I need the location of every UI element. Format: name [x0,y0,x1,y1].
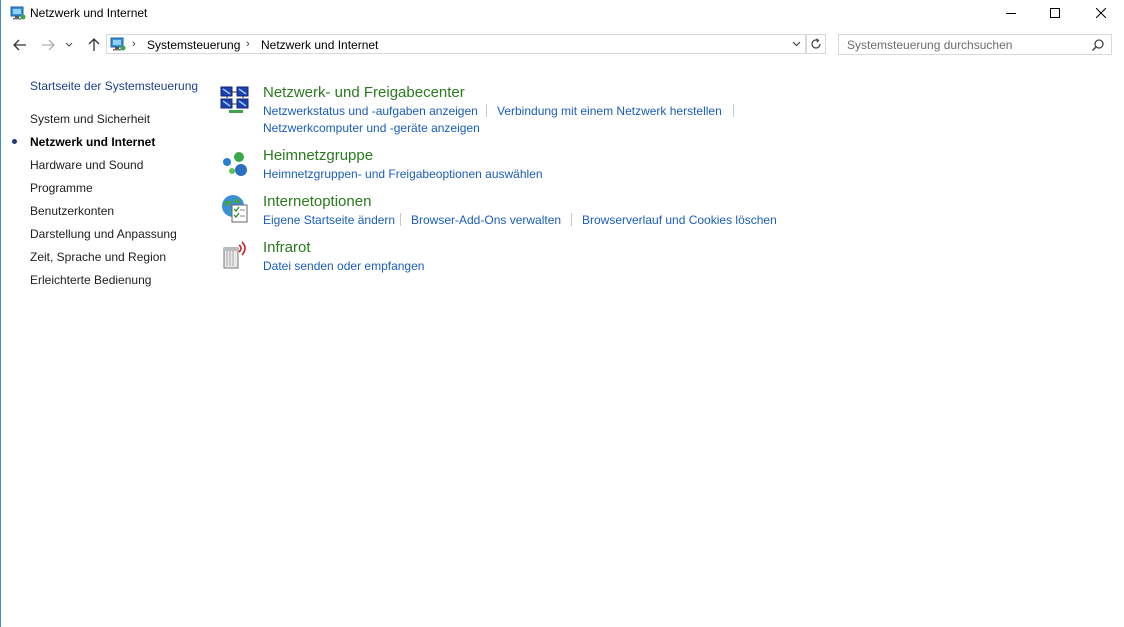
close-button[interactable] [1078,0,1124,26]
sidebar-item-programs[interactable]: Programme [30,181,93,195]
control-panel-icon [110,36,126,52]
sidebar-item-system-security[interactable]: System und Sicherheit [30,112,150,126]
chevron-down-icon [65,42,73,47]
search-icon[interactable] [1091,38,1105,52]
sidebar-item-appearance[interactable]: Darstellung und Anpassung [30,227,177,241]
breadcrumb-chevron-icon[interactable]: › [132,38,136,50]
sidebar-item-user-accounts[interactable]: Benutzerkonten [30,204,114,218]
search-box[interactable]: Systemsteuerung durchsuchen [838,34,1112,55]
link-connect-network[interactable]: Verbindung mit einem Netzwerk herstellen [497,104,722,118]
sidebar-item-network-internet[interactable]: Netzwerk und Internet [30,135,155,149]
sidebar-item-clock-region[interactable]: Zeit, Sprache und Region [30,250,166,264]
address-bar[interactable]: › Systemsteuerung › Netzwerk und Interne… [106,34,806,54]
maximize-button[interactable] [1032,0,1078,26]
breadcrumb-chevron-icon[interactable]: › [246,38,250,50]
category-title-internet-options[interactable]: Internetoptionen [263,193,371,210]
window-border [0,0,1,627]
control-panel-icon [10,5,26,21]
link-separator [571,213,572,226]
link-separator [733,104,734,117]
back-button[interactable] [10,36,30,54]
homegroup-icon[interactable] [219,148,251,180]
back-arrow-icon [13,39,26,51]
up-arrow-icon [88,38,100,51]
category-title-network-sharing[interactable]: Netzwerk- und Freigabecenter [263,84,465,101]
link-change-homepage[interactable]: Eigene Startseite ändern [263,213,395,227]
link-manage-addons[interactable]: Browser-Add-Ons verwalten [411,213,561,227]
category-title-infrared[interactable]: Infrarot [263,239,311,256]
refresh-button[interactable] [806,34,826,54]
recent-locations-button[interactable] [63,36,75,54]
sidebar-home-link[interactable]: Startseite der Systemsteuerung [30,79,198,93]
breadcrumb-item[interactable]: Netzwerk und Internet [261,38,378,52]
link-network-computers[interactable]: Netzwerkcomputer und -geräte anzeigen [263,121,480,135]
minimize-button[interactable] [988,0,1034,26]
link-separator [400,213,401,226]
sidebar-item-ease-of-access[interactable]: Erleichterte Bedienung [30,273,151,287]
network-sharing-center-icon[interactable] [219,84,251,116]
breadcrumb-item[interactable]: Systemsteuerung [147,38,240,52]
link-network-status[interactable]: Netzwerkstatus und -aufgaben anzeigen [263,104,478,118]
link-separator [486,104,487,117]
link-homegroup-options[interactable]: Heimnetzgruppen- und Freigabeoptionen au… [263,167,543,181]
infrared-icon[interactable] [219,239,251,271]
active-bullet-icon [12,139,17,144]
refresh-icon [811,38,821,49]
address-dropdown-button[interactable] [789,36,803,52]
forward-button[interactable] [38,36,58,54]
up-button[interactable] [84,36,104,54]
sidebar-item-hardware-sound[interactable]: Hardware und Sound [30,158,143,172]
search-input[interactable]: Systemsteuerung durchsuchen [847,38,1012,52]
link-delete-history[interactable]: Browserverlauf und Cookies löschen [582,213,777,227]
internet-options-icon[interactable] [219,193,251,225]
category-title-homegroup[interactable]: Heimnetzgruppe [263,147,373,164]
forward-arrow-icon [42,39,55,51]
chevron-down-icon [792,41,800,47]
title-bar[interactable]: Netzwerk und Internet [0,0,1124,26]
window-title: Netzwerk und Internet [30,6,148,20]
link-send-receive-file[interactable]: Datei senden oder empfangen [263,259,424,273]
